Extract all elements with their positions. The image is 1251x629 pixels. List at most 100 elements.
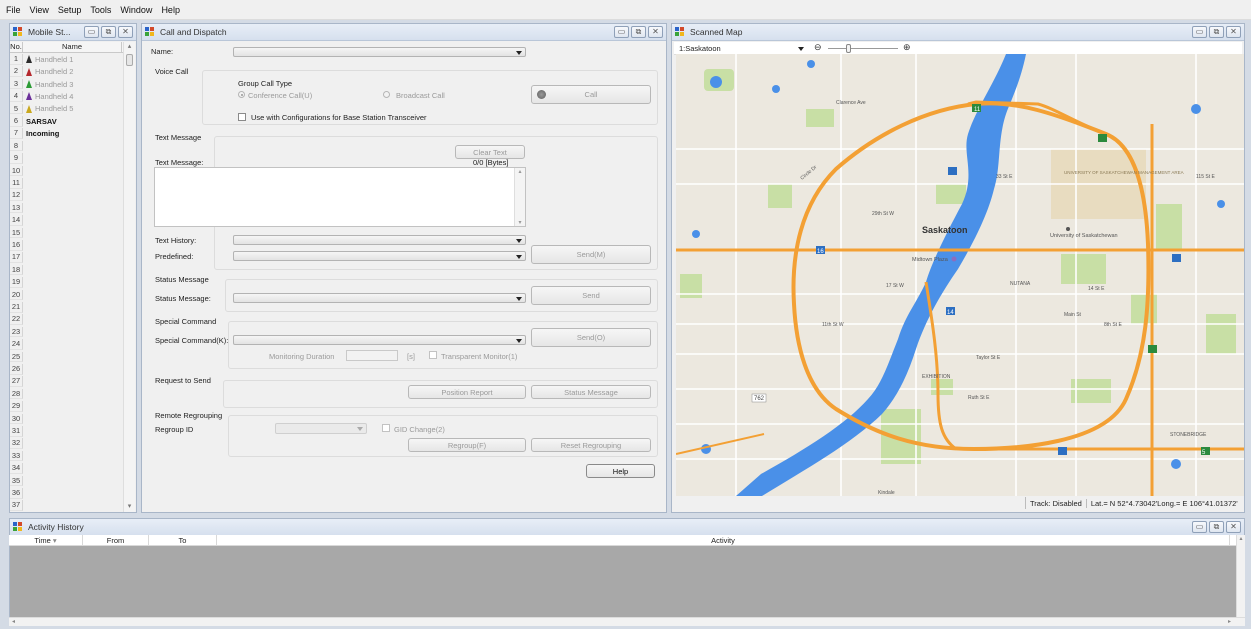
- name-select[interactable]: [233, 47, 526, 57]
- station-row[interactable]: 5 Handheld 5: [10, 103, 134, 115]
- station-row[interactable]: 12: [10, 190, 134, 201]
- restore-icon[interactable]: ⧉: [101, 26, 116, 38]
- request-to-send-heading: Request to Send: [155, 376, 211, 385]
- minimize-icon[interactable]: ▭: [614, 26, 629, 38]
- close-icon[interactable]: ✕: [1226, 521, 1241, 533]
- scroll-down-icon[interactable]: ▾: [124, 502, 135, 510]
- station-number: 31: [10, 426, 23, 437]
- station-row[interactable]: 1 Handheld 1: [10, 54, 134, 65]
- station-row[interactable]: 19: [10, 277, 134, 288]
- col-time[interactable]: Time ▾: [9, 535, 83, 545]
- menu-help[interactable]: Help: [161, 5, 180, 15]
- col-to[interactable]: To: [149, 535, 217, 545]
- voice-call-heading: Voice Call: [155, 67, 189, 76]
- position-report-button[interactable]: Position Report: [408, 385, 526, 399]
- call-button[interactable]: Call: [531, 85, 651, 104]
- station-row[interactable]: 17: [10, 252, 134, 263]
- col-from[interactable]: From: [83, 535, 149, 545]
- station-row[interactable]: 18: [10, 264, 134, 276]
- station-row[interactable]: 11: [10, 178, 134, 189]
- menu-tools[interactable]: Tools: [90, 5, 111, 15]
- reset-regrouping-button[interactable]: Reset Regrouping: [531, 438, 651, 452]
- station-row[interactable]: 14: [10, 215, 134, 226]
- station-row[interactable]: 26: [10, 364, 134, 375]
- close-icon[interactable]: ✕: [648, 26, 663, 38]
- stations-scrollbar[interactable]: ▴ ▾: [123, 42, 135, 512]
- menu-view[interactable]: View: [30, 5, 49, 15]
- scroll-thumb[interactable]: [126, 54, 133, 66]
- station-row[interactable]: 22: [10, 314, 134, 325]
- station-row[interactable]: 32: [10, 438, 134, 449]
- menu-setup[interactable]: Setup: [58, 5, 82, 15]
- activity-vscrollbar[interactable]: ▴: [1236, 535, 1245, 617]
- station-row[interactable]: 24: [10, 339, 134, 350]
- map-select[interactable]: 1:Saskatoon: [676, 43, 808, 54]
- station-row[interactable]: 16: [10, 240, 134, 251]
- special-command-select[interactable]: [233, 335, 526, 345]
- station-row[interactable]: 20: [10, 289, 134, 301]
- station-row[interactable]: 35: [10, 475, 134, 487]
- station-row[interactable]: 4 Handheld 4: [10, 91, 134, 102]
- status-message-select[interactable]: [233, 293, 526, 303]
- send-special-button[interactable]: Send(O): [531, 328, 651, 347]
- restore-icon[interactable]: ⧉: [631, 26, 646, 38]
- station-row[interactable]: 23: [10, 326, 134, 338]
- send-status-button[interactable]: Send: [531, 286, 651, 305]
- text-history-select[interactable]: [233, 235, 526, 245]
- station-row[interactable]: 30: [10, 413, 134, 425]
- regroup-button[interactable]: Regroup(F): [408, 438, 526, 452]
- station-row[interactable]: 3 Handheld 3: [10, 78, 134, 90]
- station-row[interactable]: 10: [10, 165, 134, 177]
- help-button[interactable]: Help: [586, 464, 655, 478]
- close-icon[interactable]: ✕: [1226, 26, 1241, 38]
- use-bst-checkbox[interactable]: [238, 113, 246, 121]
- status-message-button[interactable]: Status Message: [531, 385, 651, 399]
- regroup-id-select[interactable]: [275, 423, 367, 434]
- station-row[interactable]: 29: [10, 401, 134, 412]
- close-icon[interactable]: ✕: [118, 26, 133, 38]
- send-text-button[interactable]: Send(M): [531, 245, 651, 264]
- map-canvas[interactable]: 11 16 14 5 762 Saskatoon University of S…: [676, 54, 1244, 496]
- zoom-slider-thumb[interactable]: [846, 44, 851, 53]
- activity-hscrollbar[interactable]: ◂ ▸: [9, 617, 1245, 626]
- menu-file[interactable]: File: [6, 5, 21, 15]
- restore-icon[interactable]: ⧉: [1209, 26, 1224, 38]
- col-activity[interactable]: Activity: [217, 535, 1230, 545]
- conference-radio[interactable]: [238, 91, 245, 98]
- predefined-select[interactable]: [233, 251, 526, 261]
- minimize-icon[interactable]: ▭: [1192, 521, 1207, 533]
- station-row[interactable]: 7 Incoming: [10, 128, 134, 139]
- broadcast-radio[interactable]: [383, 91, 390, 98]
- transparent-monitor-checkbox[interactable]: [429, 351, 437, 359]
- station-row[interactable]: 15: [10, 227, 134, 239]
- zoom-slider[interactable]: [828, 44, 898, 53]
- station-row[interactable]: 27: [10, 376, 134, 387]
- zoom-out-icon[interactable]: ⊖: [814, 42, 822, 53]
- station-row[interactable]: 9: [10, 153, 134, 164]
- text-message-input[interactable]: ▴ ▾: [154, 167, 526, 227]
- station-row[interactable]: 37: [10, 500, 134, 511]
- menu-window[interactable]: Window: [120, 5, 152, 15]
- station-row[interactable]: 36: [10, 488, 134, 499]
- station-row[interactable]: 34: [10, 463, 134, 474]
- col-no[interactable]: No.: [10, 42, 23, 52]
- minimize-icon[interactable]: ▭: [1192, 26, 1207, 38]
- scroll-up-icon[interactable]: ▴: [124, 42, 135, 50]
- station-row[interactable]: 13: [10, 202, 134, 214]
- restore-icon[interactable]: ⧉: [1209, 521, 1224, 533]
- textarea-scrollbar[interactable]: ▴ ▾: [514, 168, 525, 226]
- station-row[interactable]: 8: [10, 140, 134, 152]
- monitoring-duration-input[interactable]: [346, 350, 398, 361]
- station-row[interactable]: 2 Handheld 2: [10, 66, 134, 77]
- gid-change-checkbox[interactable]: [382, 424, 390, 432]
- minimize-icon[interactable]: ▭: [84, 26, 99, 38]
- station-row[interactable]: 21: [10, 302, 134, 313]
- station-row[interactable]: 31: [10, 426, 134, 437]
- station-row[interactable]: 28: [10, 388, 134, 400]
- clear-text-button[interactable]: Clear Text: [455, 145, 525, 159]
- zoom-in-icon[interactable]: ⊕: [903, 42, 911, 53]
- station-row[interactable]: 33: [10, 450, 134, 462]
- station-row[interactable]: 25: [10, 351, 134, 363]
- col-name[interactable]: Name: [23, 42, 122, 52]
- station-row[interactable]: 6 SARSAV: [10, 116, 134, 127]
